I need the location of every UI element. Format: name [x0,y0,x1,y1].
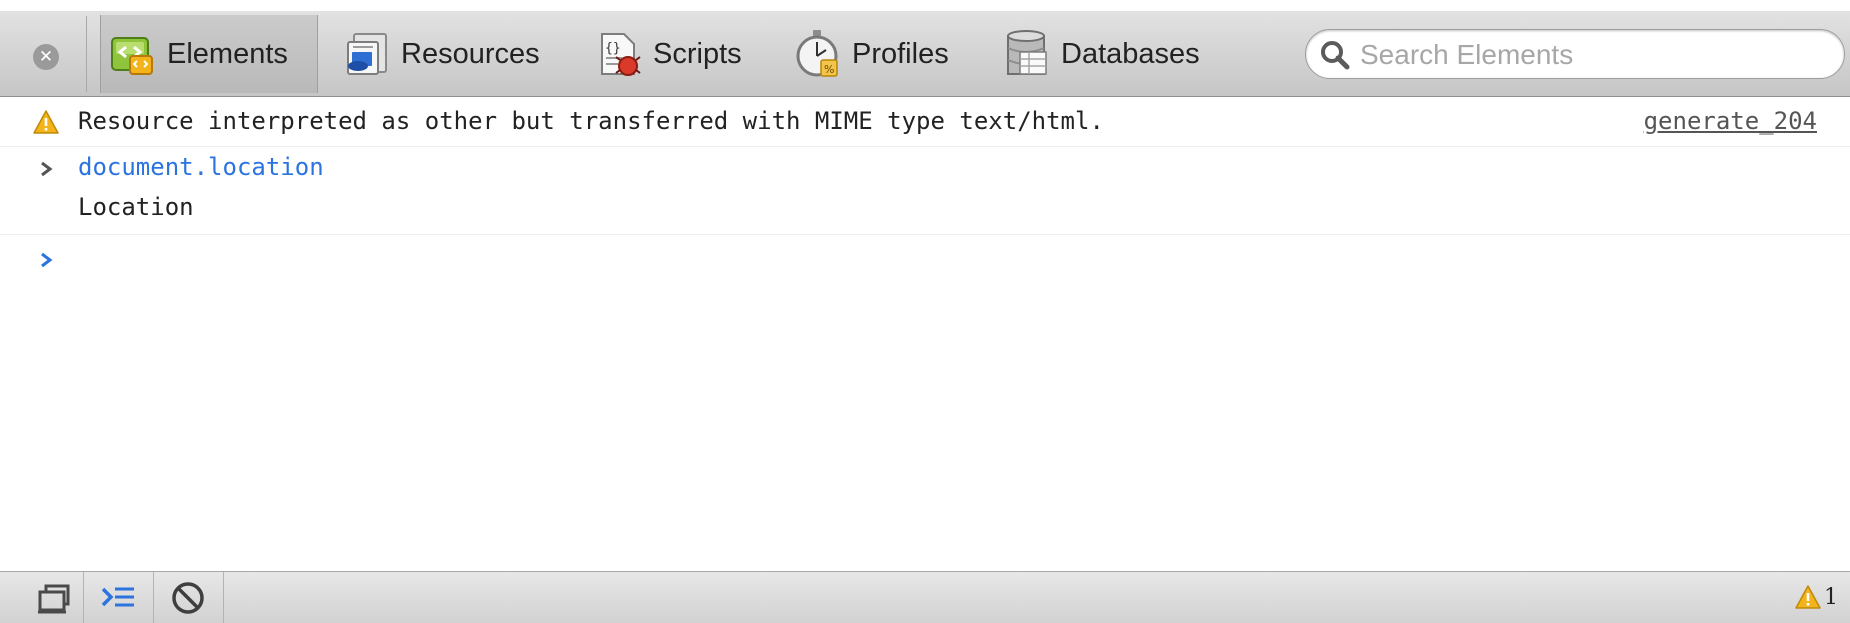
elements-icon [111,37,153,75]
tab-scripts[interactable]: {} Scripts [586,15,752,93]
resources-icon [347,33,387,75]
tab-profiles-label: Profiles [852,37,949,70]
clear-icon [172,582,204,614]
dock-button[interactable] [24,572,84,623]
tab-databases-label: Databases [1061,37,1200,70]
chevron-right-icon [41,161,53,177]
console-icon [101,587,134,607]
tab-elements[interactable]: Elements [100,15,318,93]
tab-profiles[interactable]: % Profiles [785,15,959,93]
tab-scripts-label: Scripts [653,37,742,70]
databases-icon [1007,30,1047,75]
console-result[interactable]: Location [78,193,194,221]
tab-elements-label: Elements [167,37,288,70]
tab-databases[interactable]: Databases [994,15,1210,93]
tab-resources[interactable]: Resources [334,15,550,93]
warning-message: Resource interpreted as other but transf… [78,107,1104,135]
warning-count: 1 [1824,584,1838,610]
search-input[interactable] [1358,36,1832,74]
tab-resources-label: Resources [401,37,540,70]
scripts-icon: {} [601,33,641,76]
warning-count-icon [1795,585,1821,609]
console-prompt[interactable] [0,235,1850,295]
clear-console-button[interactable] [154,572,224,623]
warning-count-badge[interactable]: 1 [1795,584,1838,610]
dock-icon [38,584,70,614]
svg-text:{}: {} [605,41,621,56]
toolbar: ✕ Elements Resources {} Scripts % Profil… [0,11,1850,97]
close-icon[interactable]: ✕ [33,44,59,70]
console-command: document.location [78,153,324,181]
profiles-icon: % [796,30,838,77]
console-toggle-button[interactable] [84,572,154,623]
status-bar: 1 [0,571,1850,623]
console-warning-row: Resource interpreted as other but transf… [0,97,1850,147]
svg-text:%: % [824,63,834,76]
warning-source-link[interactable]: generate_204 [1644,107,1817,135]
console-panel: Resource interpreted as other but transf… [0,97,1850,571]
toolbar-divider [86,16,87,92]
warning-icon [33,110,59,134]
console-command-row: document.location Location [0,147,1850,235]
search-icon [1321,41,1350,70]
prompt-chevron-icon [41,252,53,268]
search-box[interactable] [1305,29,1845,79]
